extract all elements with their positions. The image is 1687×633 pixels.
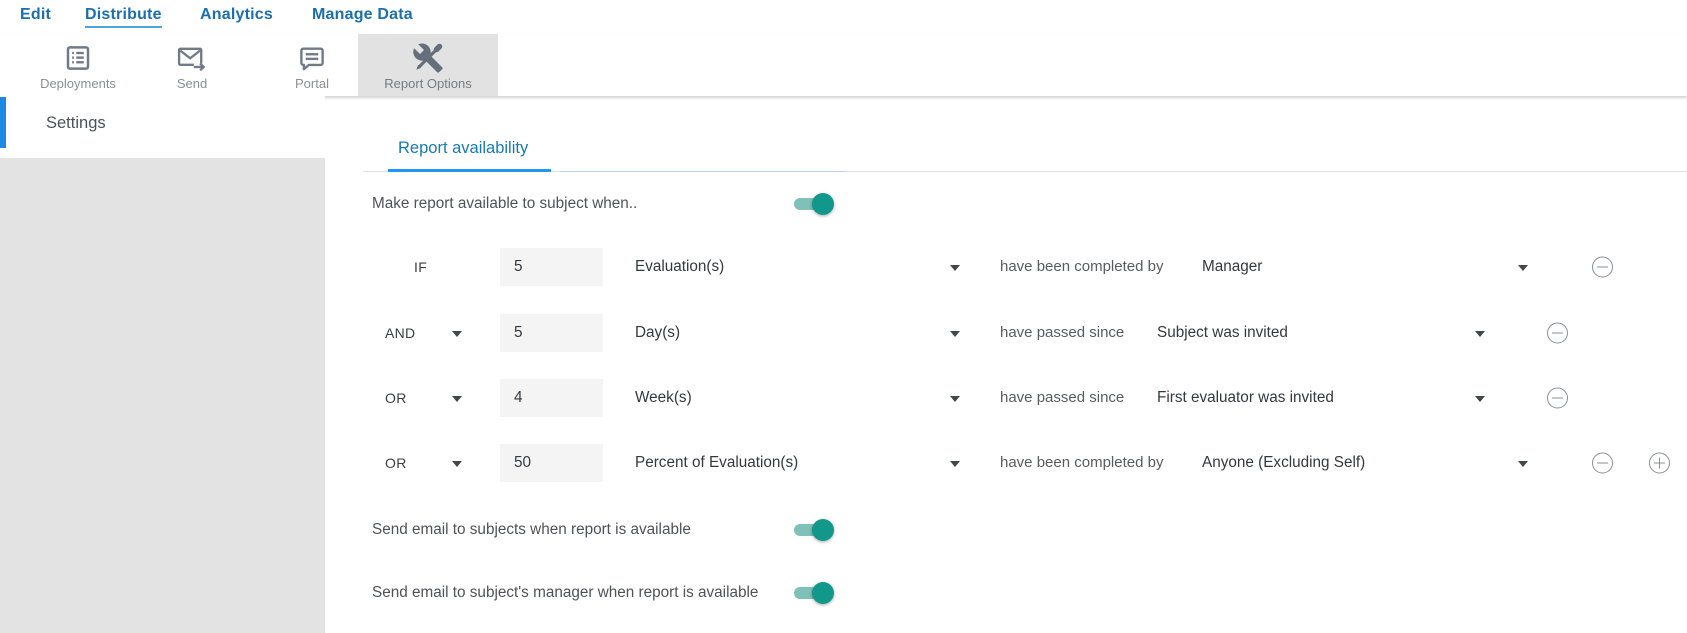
chevron-down-icon[interactable] <box>452 461 462 467</box>
report-options-screen: Edit Distribute Analytics Manage Data De… <box>0 0 1687 633</box>
nav-distribute[interactable]: Distribute <box>85 6 162 28</box>
connector-dropdown[interactable]: OR <box>385 444 407 482</box>
condition-row: OR Percent of Evaluation(s) have been co… <box>0 444 1687 482</box>
condition-row: IF Evaluation(s) have been completed by … <box>0 248 1687 286</box>
unit-dropdown[interactable]: Week(s) <box>635 379 692 417</box>
chevron-down-icon[interactable] <box>950 396 960 402</box>
connector-dropdown[interactable]: OR <box>385 379 407 417</box>
envelope-arrow-icon <box>176 42 208 74</box>
chat-bubble-icon <box>297 42 327 74</box>
email-toggle-row: Send email to subjects when report is av… <box>0 511 1687 549</box>
unit-dropdown[interactable]: Percent of Evaluation(s) <box>635 444 798 482</box>
amount-input[interactable] <box>500 379 603 417</box>
nav-analytics[interactable]: Analytics <box>200 6 273 24</box>
unit-dropdown[interactable]: Evaluation(s) <box>635 248 724 286</box>
active-indicator-bar <box>0 97 6 148</box>
condition-verb: have passed since <box>1000 389 1125 406</box>
distribute-toolbar: Deployments Send Portal Report Options <box>0 34 1687 96</box>
toolbar-label: Portal <box>295 76 329 91</box>
remove-condition-button[interactable] <box>1592 452 1613 474</box>
chevron-down-icon[interactable] <box>452 331 462 337</box>
connector-dropdown[interactable]: AND <box>385 314 415 352</box>
primary-nav: Edit Distribute Analytics Manage Data <box>0 0 1687 34</box>
chevron-down-icon[interactable] <box>1518 461 1528 467</box>
tab-report-availability[interactable]: Report availability <box>398 139 528 158</box>
list-icon <box>63 42 93 74</box>
report-available-toggle[interactable] <box>794 192 834 216</box>
chevron-down-icon[interactable] <box>1475 396 1485 402</box>
unit-dropdown[interactable]: Day(s) <box>635 314 680 352</box>
email-toggle-label: Send email to subjects when report is av… <box>372 521 691 538</box>
sidebar-item-settings[interactable]: Settings <box>0 96 325 152</box>
remove-condition-button[interactable] <box>1592 256 1613 278</box>
master-toggle-row: Make report available to subject when.. <box>0 185 1687 223</box>
wrench-screwdriver-icon <box>412 42 444 74</box>
chevron-down-icon[interactable] <box>1518 265 1528 271</box>
chevron-down-icon[interactable] <box>950 461 960 467</box>
toolbar-label: Send <box>176 76 208 91</box>
target-dropdown[interactable]: Anyone (Excluding Self) <box>1202 444 1365 482</box>
amount-input[interactable] <box>500 444 603 482</box>
email-subjects-toggle[interactable] <box>794 518 834 542</box>
email-toggle-row: Send email to subject's manager when rep… <box>0 574 1687 612</box>
condition-verb: have been completed by <box>1000 454 1164 471</box>
condition-row: OR Week(s) have passed since First evalu… <box>0 379 1687 417</box>
target-dropdown[interactable]: First evaluator was invited <box>1157 379 1334 417</box>
amount-input[interactable] <box>500 248 603 286</box>
toolbar-send[interactable]: Send <box>122 34 262 96</box>
condition-verb: have been completed by <box>1000 258 1164 275</box>
chevron-down-icon[interactable] <box>950 331 960 337</box>
toggle-knob <box>812 582 834 604</box>
sidebar-item-label: Settings <box>46 114 106 132</box>
condition-row: AND Day(s) have passed since Subject was… <box>0 314 1687 352</box>
toolbar-label: Report Options <box>384 76 472 91</box>
amount-input[interactable] <box>500 314 603 352</box>
remove-condition-button[interactable] <box>1547 322 1568 344</box>
nav-edit[interactable]: Edit <box>20 6 51 24</box>
master-toggle-label: Make report available to subject when.. <box>372 195 638 212</box>
chevron-down-icon[interactable] <box>1475 331 1485 337</box>
email-toggle-label: Send email to subject's manager when rep… <box>372 584 759 601</box>
chevron-down-icon[interactable] <box>452 396 462 402</box>
email-manager-toggle[interactable] <box>794 581 834 605</box>
toggle-knob <box>812 519 834 541</box>
remove-condition-button[interactable] <box>1547 387 1568 409</box>
add-condition-button[interactable] <box>1649 452 1670 474</box>
condition-verb: have passed since <box>1000 324 1125 341</box>
target-dropdown[interactable]: Subject was invited <box>1157 314 1288 352</box>
active-tab-underline <box>388 169 551 172</box>
tab-divider-accent <box>560 171 845 172</box>
target-dropdown[interactable]: Manager <box>1202 248 1262 286</box>
chevron-down-icon[interactable] <box>950 265 960 271</box>
condition-connector: IF <box>414 259 428 275</box>
toolbar-label: Deployments <box>40 76 116 91</box>
nav-manage-data[interactable]: Manage Data <box>312 6 413 24</box>
toolbar-report-options[interactable]: Report Options <box>358 34 498 96</box>
toggle-knob <box>812 193 834 215</box>
